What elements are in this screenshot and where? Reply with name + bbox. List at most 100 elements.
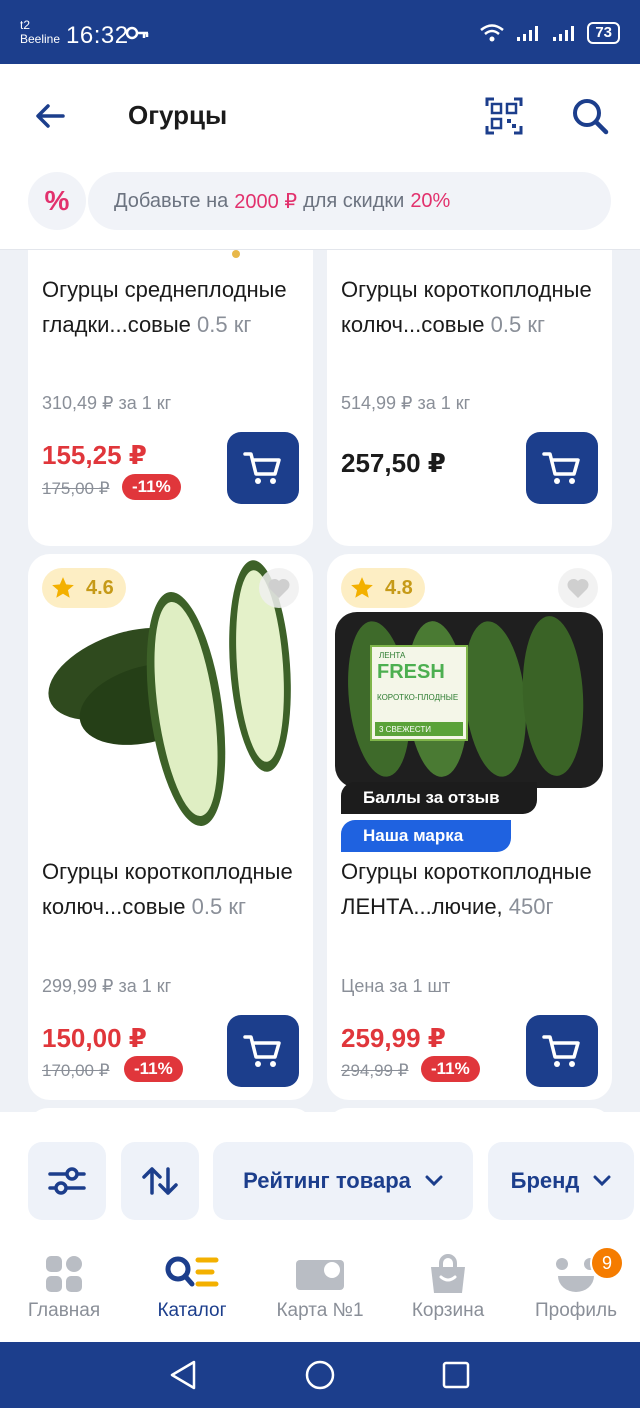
signal-icon-1 [517, 26, 539, 41]
nav-card[interactable]: Карта №1 [256, 1248, 384, 1338]
brand-filter-label: Бренд [510, 1168, 580, 1193]
promo-banner[interactable]: Добавьте на 2000 ₽ для скидки 20% [88, 172, 611, 230]
search-icon [573, 99, 609, 135]
heart-icon [567, 578, 589, 598]
rating-badge: 4.8 [341, 568, 425, 608]
rating-filter-label: Рейтинг товара [243, 1168, 411, 1193]
own-brand-badge: Наша марка [341, 820, 511, 852]
back-triangle-icon[interactable] [168, 1359, 198, 1391]
nav-catalog[interactable]: Каталог [128, 1248, 256, 1338]
discount-percent-icon: % [28, 172, 86, 230]
sort-button[interactable] [121, 1142, 199, 1220]
home-circle-icon[interactable] [304, 1359, 336, 1391]
product-card[interactable]: Огурцы короткоплодные колюч...совые 0.5 … [327, 250, 612, 546]
add-to-cart-button[interactable] [526, 1015, 598, 1087]
filter-bar: Рейтинг товара Бренд [0, 1112, 640, 1240]
old-price: 175,00 ₽ [42, 479, 110, 498]
price: 155,25 ₽ [42, 440, 147, 470]
recents-square-icon[interactable] [442, 1361, 470, 1389]
nav-home-label: Главная [27, 1300, 101, 1321]
product-image [232, 250, 240, 258]
system-navigation-bar [0, 1342, 640, 1408]
product-name: Огурцы короткоплодные ЛЕНТА...лючие, 450… [341, 854, 603, 924]
nav-cart[interactable]: Корзина [384, 1248, 512, 1338]
package-label: КОРОТКО-ПЛОДНЫЕ [377, 693, 458, 702]
status-bar: t2 Beeline 16:32 73 [0, 0, 640, 64]
chevron-down-icon [425, 1175, 443, 1187]
product-name: Огурцы короткоплодные колюч...совые 0.5 … [42, 854, 304, 924]
product-name-text: Огурцы короткоплодные колюч...совые [341, 277, 592, 337]
package-fresh: FRESH [377, 661, 445, 683]
favorite-button[interactable] [558, 568, 598, 608]
product-weight: 450г [508, 894, 554, 919]
rating-filter-dropdown[interactable]: Рейтинг товара [213, 1142, 473, 1220]
back-button[interactable] [30, 96, 70, 136]
price: 259,99 ₽ [341, 1023, 446, 1053]
notification-badge: 9 [590, 1246, 624, 1280]
price: 257,50 ₽ [341, 448, 446, 478]
catalog-search-icon [165, 1256, 219, 1287]
unit-price: 514,99 ₽ за 1 кг [341, 393, 471, 413]
nav-catalog-label: Каталог [157, 1300, 227, 1321]
add-to-cart-button[interactable] [526, 432, 598, 504]
product-name-text: Огурцы короткоплодные ЛЕНТА...лючие, [341, 859, 592, 919]
carrier: t2 Beeline [20, 18, 60, 46]
bottom-navigation: Главная Каталог Карта №1 Корзина Профиль… [0, 1240, 640, 1342]
product-card[interactable]: 4.6 Огурцы короткоплодные колюч...совые … [28, 554, 313, 1100]
old-price: 170,00 ₽ [42, 1061, 110, 1080]
product-weight: 0.5 кг [191, 894, 246, 919]
cart-icon [542, 452, 580, 484]
page-title: Огурцы [128, 100, 228, 130]
nav-home[interactable]: Главная [0, 1248, 128, 1338]
old-price: 294,99 ₽ [341, 1061, 409, 1080]
qr-scan-button[interactable] [484, 96, 524, 136]
package-freshness: 3 СВЕЖЕСТИ [379, 725, 431, 734]
promo-middle: для скидки [303, 189, 405, 212]
price: 150,00 ₽ [42, 1023, 147, 1053]
app-header: Огурцы % Добавьте на 2000 ₽ для скидки 2… [0, 64, 640, 250]
carrier-line-1: t2 [20, 18, 31, 32]
product-weight: 0.5 кг [490, 312, 545, 337]
promo-prefix: Добавьте на [114, 189, 229, 212]
loyalty-card-icon [296, 1260, 344, 1290]
heart-icon [268, 578, 290, 598]
unit-price: Цена за 1 шт [341, 976, 451, 996]
product-grid: Огурцы среднеплодные гладки...совые 0.5 … [0, 250, 640, 1112]
chevron-down-icon [593, 1175, 611, 1187]
rating-value: 4.6 [86, 576, 114, 599]
cart-icon [243, 1035, 281, 1067]
nav-card-label: Карта №1 [276, 1300, 364, 1321]
cart-icon [542, 1035, 580, 1067]
filters-button[interactable] [28, 1142, 106, 1220]
star-icon [52, 577, 74, 598]
nav-cart-label: Корзина [411, 1300, 485, 1321]
review-points-badge: Баллы за отзыв [341, 782, 537, 814]
discount-badge: -11% [122, 474, 181, 500]
discount-badge: -11% [124, 1056, 183, 1082]
rating-badge: 4.6 [42, 568, 126, 608]
rating-value: 4.8 [385, 576, 413, 599]
nav-profile-label: Профиль [534, 1300, 618, 1321]
product-name: Огурцы среднеплодные гладки...совые 0.5 … [42, 272, 304, 342]
qr-code-icon [485, 97, 523, 135]
product-card[interactable]: Огурцы среднеплодные гладки...совые 0.5 … [28, 250, 313, 546]
favorite-button[interactable] [259, 568, 299, 608]
add-to-cart-button[interactable] [227, 432, 299, 504]
sort-arrows-icon [142, 1167, 178, 1195]
promo-percent: 20% [410, 189, 451, 212]
battery-icon: 73 [587, 22, 620, 44]
sliders-icon [48, 1167, 86, 1195]
add-to-cart-button[interactable] [227, 1015, 299, 1087]
cart-icon [243, 452, 281, 484]
wifi-icon [480, 24, 505, 42]
nav-profile[interactable]: Профиль 9 [512, 1246, 640, 1338]
product-card[interactable]: ЛЕНТА FRESH КОРОТКО-ПЛОДНЫЕ 3 СВЕЖЕСТИ 4… [327, 554, 612, 1100]
product-name-text: Огурцы короткоплодные колюч...совые [42, 859, 293, 919]
carrier-line-2: Beeline [20, 32, 61, 46]
search-button[interactable] [570, 96, 610, 136]
key-icon [126, 26, 149, 40]
arrow-left-icon [36, 104, 65, 128]
star-icon [351, 577, 373, 598]
brand-filter-dropdown[interactable]: Бренд [488, 1142, 634, 1220]
signal-icon-2 [553, 26, 575, 41]
